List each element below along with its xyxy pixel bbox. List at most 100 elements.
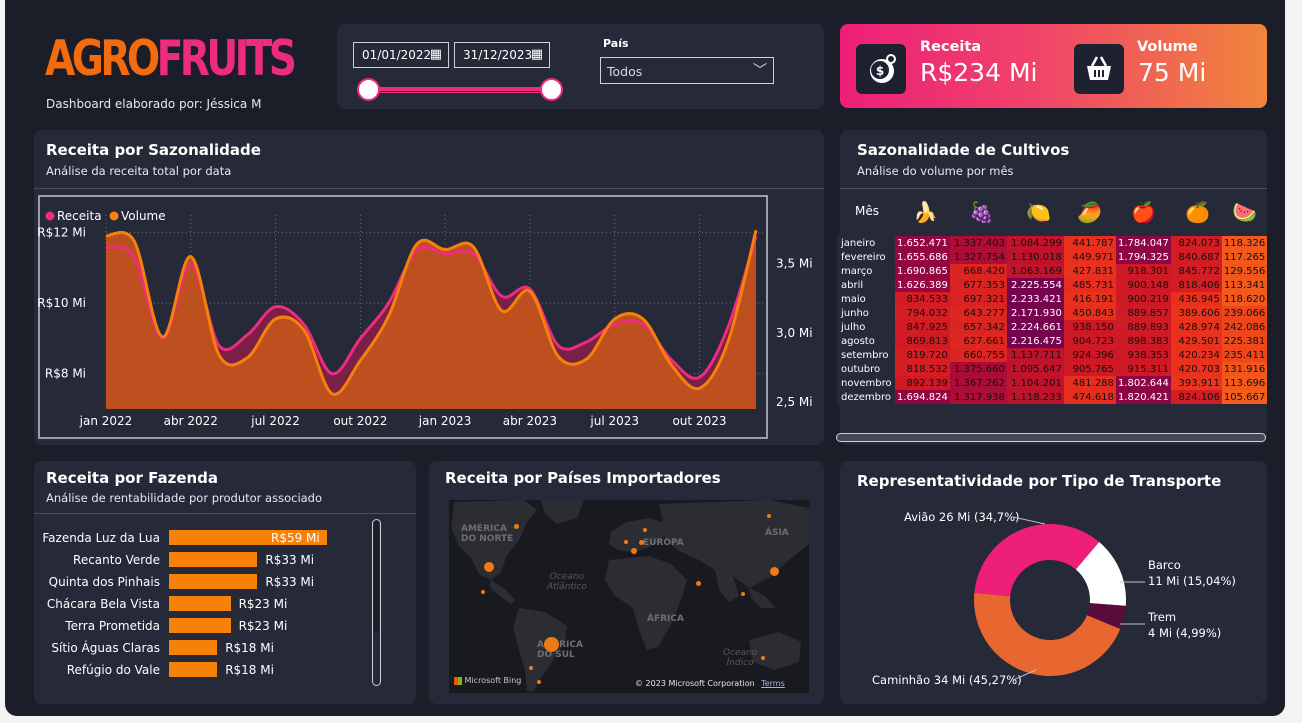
heatmap-cell[interactable]: 657.342 [949, 320, 1007, 334]
heatmap-cell[interactable]: 428.974 [1170, 320, 1222, 334]
farm-bar[interactable] [169, 640, 218, 655]
country-select[interactable]: Todos ﹀ [600, 57, 774, 84]
heatmap-cell[interactable]: 627.661 [949, 334, 1007, 348]
heatmap-cell[interactable]: 225.381 [1221, 334, 1268, 348]
map-bubble[interactable] [514, 524, 519, 529]
farm-bar[interactable] [169, 662, 218, 677]
heatmap-cell[interactable]: 924.396 [1063, 348, 1116, 362]
date-end-input[interactable]: 31/12/2023 ▦ [454, 42, 550, 68]
heatmap-cell[interactable]: 117.265 [1221, 250, 1268, 264]
heatmap-cell[interactable]: 131.916 [1221, 362, 1268, 376]
heatmap-horizontal-scrollbar[interactable] [836, 433, 1266, 442]
heatmap-cell[interactable]: 889.857 [1115, 306, 1171, 320]
map-bubble[interactable] [643, 528, 647, 532]
heatmap-cell[interactable]: 900.219 [1115, 292, 1171, 306]
heatmap-cell[interactable]: 118.326 [1221, 236, 1268, 250]
chevron-down-icon[interactable]: ﹀ [753, 60, 767, 80]
seasonality-area-chart[interactable]: R$12 Mi R$10 Mi R$8 Mi 3,5 Mi 3,0 Mi 2,5 Mi ja… [38, 195, 813, 439]
heatmap-row[interactable]: setembro 819.720 660.755 1.137.711 924.396 93… [837, 348, 1268, 362]
heatmap-cell[interactable]: 900.148 [1115, 278, 1171, 292]
date-start-input[interactable]: 01/01/2022 ▦ [353, 42, 449, 68]
heatmap-cell[interactable]: 1.652.471 [895, 236, 950, 250]
heatmap-cell[interactable]: 840.687 [1170, 250, 1222, 264]
heatmap-cell[interactable]: 898.383 [1115, 334, 1171, 348]
heatmap-cell[interactable]: 869.813 [895, 334, 950, 348]
heatmap-cell[interactable]: 915.311 [1115, 362, 1171, 376]
heatmap-cell[interactable]: 697.321 [949, 292, 1007, 306]
farm-bar[interactable] [169, 574, 258, 589]
heatmap-cell[interactable]: 1.118.233 [1006, 390, 1064, 404]
heatmap-cell[interactable]: 1.327.754 [949, 250, 1007, 264]
heatmap-cell[interactable]: 1.655.686 [895, 250, 950, 264]
heatmap-cell[interactable]: 2.225.554 [1006, 278, 1064, 292]
heatmap-cell[interactable]: 1.802.644 [1115, 376, 1171, 390]
map-bubble[interactable] [767, 514, 771, 518]
map-bubble[interactable] [639, 540, 644, 545]
map-bubble[interactable] [481, 590, 485, 594]
heatmap-cell[interactable]: 1.095.647 [1006, 362, 1064, 376]
heatmap-cell[interactable]: 668.420 [949, 264, 1007, 278]
heatmap-cell[interactable]: 918.301 [1115, 264, 1171, 278]
heatmap-cell[interactable]: 1.104.201 [1006, 376, 1064, 390]
map-bubble[interactable] [770, 567, 779, 576]
date-slider-track[interactable] [369, 87, 552, 91]
heatmap-cell[interactable]: 1.084.299 [1006, 236, 1064, 250]
heatmap-row[interactable]: outubro 818.532 1.375.660 1.095.647 905.765 9… [837, 362, 1268, 376]
heatmap-cell[interactable]: 1.820.421 [1115, 390, 1171, 404]
heatmap-cell[interactable]: 905.765 [1063, 362, 1116, 376]
heatmap-cell[interactable]: 2.216.475 [1006, 334, 1064, 348]
heatmap-cell[interactable]: 420.234 [1170, 348, 1222, 362]
heatmap-cell[interactable]: 393.911 [1170, 376, 1222, 390]
heatmap-cell[interactable]: 242.086 [1221, 320, 1268, 334]
heatmap-row[interactable]: agosto 869.813 627.661 2.216.475 904.723 898.… [837, 334, 1268, 348]
heatmap-cell[interactable]: 235.411 [1221, 348, 1268, 362]
heatmap-row[interactable]: abril 1.626.389 677.353 2.225.554 485.731 900… [837, 278, 1268, 292]
transport-donut-chart[interactable] [960, 510, 1140, 690]
heatmap-cell[interactable]: 105.667 [1221, 390, 1268, 404]
heatmap-cell[interactable]: 436.945 [1170, 292, 1222, 306]
heatmap-row[interactable]: fevereiro 1.655.686 1.327.754 1.130.018 449.… [837, 250, 1268, 264]
heatmap-row[interactable]: dezembro 1.694.824 1.317.938 1.118.233 474.6… [837, 390, 1268, 404]
map-bubble[interactable] [529, 666, 533, 670]
terms-link[interactable]: Terms [761, 679, 785, 688]
map-bubble[interactable] [631, 548, 637, 554]
heatmap-cell[interactable]: 818.406 [1170, 278, 1222, 292]
heatmap-cell[interactable]: 904.723 [1063, 334, 1116, 348]
heatmap-cell[interactable]: 1.137.711 [1006, 348, 1064, 362]
map-bubble[interactable] [537, 680, 541, 684]
map-bubble[interactable] [484, 562, 494, 572]
heatmap-cell[interactable]: 892.139 [895, 376, 950, 390]
heatmap-cell[interactable]: 1.367.262 [949, 376, 1007, 390]
heatmap-cell[interactable]: 1.626.389 [895, 278, 950, 292]
map-bubble[interactable] [741, 592, 745, 596]
heatmap-cell[interactable]: 474.618 [1063, 390, 1116, 404]
date-slider-end-handle[interactable] [540, 78, 563, 101]
calendar-icon[interactable]: ▦ [531, 47, 543, 62]
map-bubble[interactable] [696, 581, 701, 586]
heatmap-cell[interactable]: 1.690.865 [895, 264, 950, 278]
heatmap-cell[interactable]: 1.063.169 [1006, 264, 1064, 278]
volume-area[interactable] [106, 230, 756, 409]
heatmap-cell[interactable]: 485.731 [1063, 278, 1116, 292]
heatmap-cell[interactable]: 938.353 [1115, 348, 1171, 362]
map-bubble[interactable] [624, 540, 628, 544]
map-bubble[interactable] [761, 656, 765, 660]
heatmap-row[interactable]: março 1.690.865 668.420 1.063.169 427.831 918… [837, 264, 1268, 278]
heatmap-cell[interactable]: 824.073 [1170, 236, 1222, 250]
heatmap-row[interactable]: janeiro 1.652.471 1.337.403 1.084.299 441.78… [837, 236, 1268, 250]
farm-bar[interactable] [169, 596, 231, 611]
legend-label[interactable]: Volume [121, 209, 166, 223]
heatmap-row[interactable]: maio 834.533 697.321 2.233.421 416.191 900.21… [837, 292, 1268, 306]
heatmap-row[interactable]: novembro 892.139 1.367.262 1.104.201 481.288… [837, 376, 1268, 390]
heatmap-cell[interactable]: 2.171.930 [1006, 306, 1064, 320]
heatmap-row[interactable]: julho 847.925 657.342 2.224.661 938.150 889.8… [837, 320, 1268, 334]
heatmap-cell[interactable]: 1.694.824 [895, 390, 950, 404]
heatmap-cell[interactable]: 818.532 [895, 362, 950, 376]
heatmap-cell[interactable]: 416.191 [1063, 292, 1116, 306]
date-slider-start-handle[interactable] [357, 78, 380, 101]
heatmap-cell[interactable]: 1.375.660 [949, 362, 1007, 376]
heatmap-cell[interactable]: 677.353 [949, 278, 1007, 292]
farm-bar[interactable] [169, 618, 231, 633]
heatmap-cell[interactable]: 794.032 [895, 306, 950, 320]
heatmap-cell[interactable]: 113.341 [1221, 278, 1268, 292]
